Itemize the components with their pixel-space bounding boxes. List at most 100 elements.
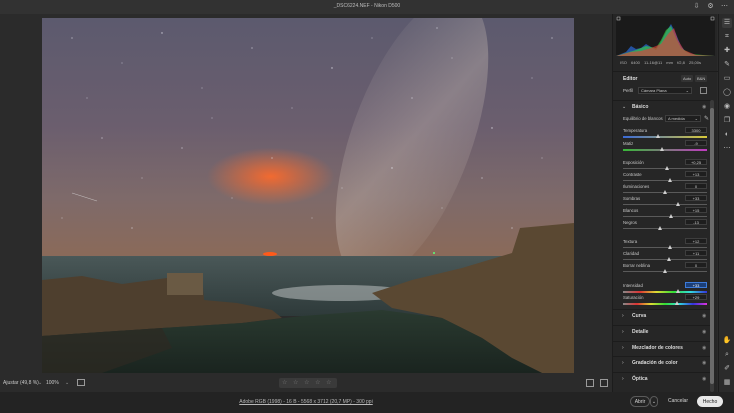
slider-thumb[interactable] bbox=[676, 289, 681, 293]
slider-track[interactable] bbox=[623, 149, 707, 151]
white-balance-dropdown[interactable]: A medida ⌄ bbox=[665, 115, 701, 122]
before-after-icon[interactable] bbox=[600, 379, 608, 387]
slider-borrar-neblina[interactable]: Borrar neblina 0 bbox=[623, 262, 707, 275]
slider-value-input[interactable]: -13 bbox=[685, 219, 707, 225]
snapshots-icon[interactable]: ❐ bbox=[722, 116, 732, 126]
grid-view-icon[interactable]: ▦ bbox=[722, 378, 732, 388]
slider-saturación[interactable]: Saturación +29 bbox=[623, 294, 707, 307]
eye-icon[interactable]: ◉ bbox=[702, 104, 706, 110]
cancel-button[interactable]: Cancelar bbox=[664, 396, 692, 407]
slider-value-input[interactable]: -9 bbox=[685, 140, 707, 146]
slider-thumb[interactable] bbox=[668, 214, 673, 218]
graduated-filter-icon[interactable]: ▭ bbox=[722, 74, 732, 84]
grid-overlay-icon[interactable] bbox=[77, 379, 85, 386]
hand-icon[interactable]: ✋ bbox=[722, 336, 732, 346]
editor-title: Editor bbox=[623, 76, 638, 82]
more-icon[interactable]: ⋯ bbox=[720, 2, 729, 11]
color-sampler-icon[interactable]: ✐ bbox=[722, 364, 732, 374]
slider-value-input[interactable]: +12 bbox=[685, 238, 707, 244]
edit-sliders-icon[interactable]: ☰ bbox=[722, 18, 732, 28]
slider-negros[interactable]: Negros -13 bbox=[623, 219, 707, 232]
slider-value-input[interactable]: +29 bbox=[685, 294, 707, 300]
panel-scrollbar[interactable] bbox=[710, 100, 714, 392]
zoom-percent-dropdown[interactable]: 100% bbox=[46, 380, 59, 386]
section-óptica[interactable]: › Óptica ◉ bbox=[613, 372, 711, 384]
slider-track[interactable] bbox=[623, 204, 707, 205]
crop-icon[interactable]: ⌗ bbox=[722, 32, 732, 42]
chevron-down-icon: ⌄ bbox=[685, 88, 689, 93]
section-gradación-de-color[interactable]: › Gradación de color ◉ bbox=[613, 356, 711, 368]
slider-thumb[interactable] bbox=[676, 202, 681, 206]
slider-track[interactable] bbox=[623, 136, 707, 138]
done-button[interactable]: Hecho bbox=[697, 396, 723, 407]
slider-thumb[interactable] bbox=[664, 166, 669, 170]
open-button[interactable]: Abrir bbox=[630, 396, 650, 407]
slider-track[interactable] bbox=[623, 228, 707, 229]
chevron-down-icon: ⌄ bbox=[694, 116, 698, 121]
profile-dropdown[interactable]: Cámara Plana ⌄ bbox=[638, 87, 692, 94]
gear-icon[interactable]: ⚙ bbox=[706, 2, 715, 11]
slider-thumb[interactable] bbox=[668, 245, 673, 249]
slider-track[interactable] bbox=[623, 291, 707, 293]
zoom-fit-dropdown[interactable]: Ajustar (49,8 %) bbox=[3, 380, 39, 386]
slider-value-input[interactable]: +13 bbox=[685, 171, 707, 177]
more-dots-icon[interactable]: ⋯ bbox=[722, 144, 732, 154]
scrollbar-thumb[interactable] bbox=[710, 108, 714, 384]
slider-thumb[interactable] bbox=[667, 257, 672, 261]
eye-icon[interactable]: ◉ bbox=[702, 345, 706, 351]
chevron-down-icon[interactable]: ⌄ bbox=[65, 380, 69, 386]
slider-value-input[interactable]: 0 bbox=[685, 183, 707, 189]
slider-value-input[interactable]: +11 bbox=[685, 250, 707, 256]
slider-track[interactable] bbox=[623, 303, 707, 305]
eye-icon[interactable]: ◉ bbox=[702, 360, 706, 366]
chevron-down-icon[interactable]: ⌄ bbox=[38, 380, 42, 386]
section-curva[interactable]: › Curva ◉ bbox=[613, 309, 711, 321]
slider-value-input[interactable]: 3300 bbox=[685, 127, 707, 133]
slider-matiz[interactable]: Matiz -9 bbox=[623, 140, 707, 153]
open-options-button[interactable]: ⌄ bbox=[650, 396, 658, 407]
single-view-icon[interactable] bbox=[586, 379, 594, 387]
auto-button[interactable]: Auto bbox=[681, 75, 694, 82]
section-mezclador-de-colores[interactable]: › Mezclador de colores ◉ bbox=[613, 341, 711, 353]
red-eye-icon[interactable]: ◉ bbox=[722, 102, 732, 112]
slider-value-input[interactable]: 0 bbox=[685, 262, 707, 268]
slider-thumb[interactable] bbox=[657, 226, 662, 230]
slider-value-input[interactable]: +0,25 bbox=[685, 159, 707, 165]
slider-thumb[interactable] bbox=[656, 134, 661, 138]
profile-browser-icon[interactable] bbox=[700, 87, 707, 94]
eye-icon[interactable]: ◉ bbox=[702, 376, 706, 382]
star-rating[interactable]: ☆ ☆ ☆ ☆ ☆ bbox=[279, 378, 337, 388]
window-title: _DSC6224.NEF - Nikon D500 bbox=[333, 3, 401, 9]
slider-thumb[interactable] bbox=[663, 190, 667, 194]
healing-brush-icon[interactable]: ✚ bbox=[722, 46, 732, 56]
slider-thumb[interactable] bbox=[668, 178, 673, 182]
slider-temperatura[interactable]: Temperatura 3300 bbox=[623, 127, 707, 140]
slider-value-input[interactable]: +33 bbox=[685, 195, 707, 201]
slider-label: Borrar neblina bbox=[623, 263, 650, 268]
workflow-options-link[interactable]: Adobe RGB (1998) - 16 B - 5568 x 3712 (2… bbox=[0, 399, 612, 405]
eyedropper-icon[interactable]: ✎ bbox=[704, 115, 709, 122]
export-icon[interactable]: ⇩ bbox=[692, 2, 701, 11]
chevron-right-icon: › bbox=[622, 360, 624, 366]
radial-filter-icon[interactable]: ◯ bbox=[722, 88, 732, 98]
slider-thumb[interactable] bbox=[663, 269, 667, 273]
eye-icon[interactable]: ◉ bbox=[702, 329, 706, 335]
image-canvas[interactable] bbox=[42, 18, 574, 373]
slider-value-input[interactable]: +33 bbox=[685, 282, 707, 288]
section-basic[interactable]: ⌄ Básico ◉ bbox=[613, 100, 711, 112]
slider-track[interactable] bbox=[623, 247, 707, 248]
zoom-icon[interactable]: ⌕ bbox=[722, 350, 732, 360]
slider-label: Negros bbox=[623, 220, 637, 225]
slider-label: Matiz bbox=[623, 141, 634, 146]
presets-icon[interactable]: ◐ bbox=[722, 130, 732, 140]
eye-icon[interactable]: ◉ bbox=[702, 313, 706, 319]
slider-track[interactable] bbox=[623, 180, 707, 181]
slider-track[interactable] bbox=[623, 259, 707, 260]
slider-track[interactable] bbox=[623, 216, 707, 217]
adjustment-brush-icon[interactable]: ✎ bbox=[722, 60, 732, 70]
slider-thumb[interactable] bbox=[674, 301, 679, 305]
slider-thumb[interactable] bbox=[660, 147, 665, 151]
section-detalle[interactable]: › Detalle ◉ bbox=[613, 325, 711, 337]
bw-button[interactable]: B&N bbox=[695, 75, 708, 82]
slider-value-input[interactable]: +15 bbox=[685, 207, 707, 213]
